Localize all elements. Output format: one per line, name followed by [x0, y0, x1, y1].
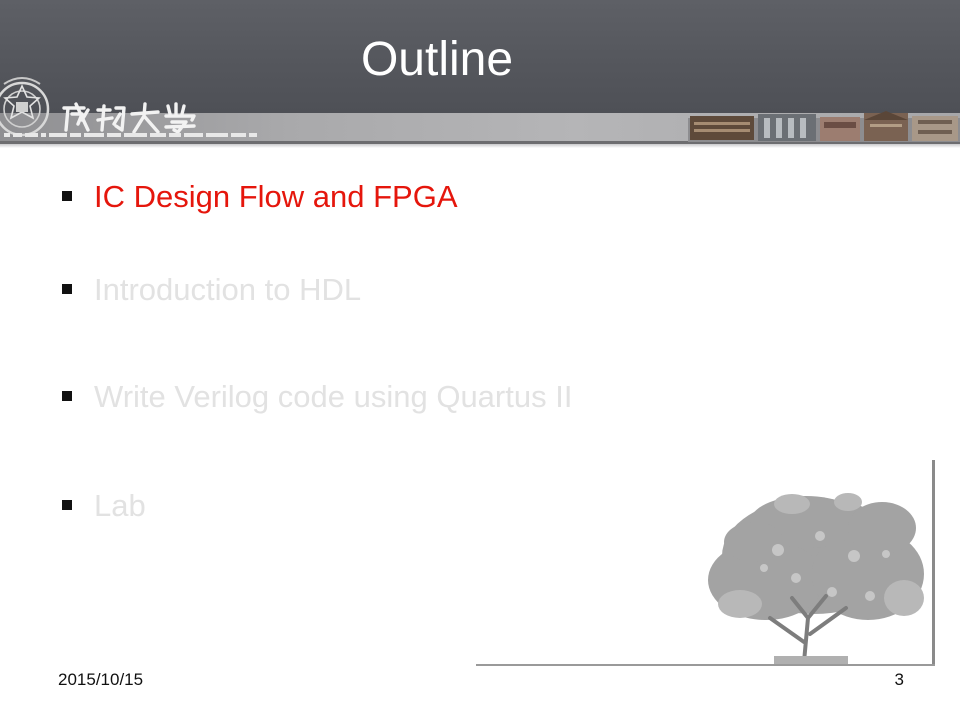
copyright-strip — [4, 133, 257, 137]
outline-item-label: IC Design Flow and FPGA — [94, 179, 458, 214]
campus-buildings-strip — [688, 111, 960, 142]
slide-date: 2015/10/15 — [58, 670, 144, 689]
outline-item-label: Introduction to HDL — [94, 272, 362, 307]
square-bullet-icon — [62, 191, 72, 201]
outline-item-label: Write Verilog code using Quartus II — [94, 379, 573, 414]
tree-illustration — [476, 460, 935, 666]
slide-title: Outline — [360, 33, 514, 86]
slide: Outline IC Design Flow and FPGA Introduc… — [0, 0, 960, 720]
square-bullet-icon — [62, 284, 72, 294]
outline-item-label: Lab — [94, 488, 146, 523]
slide-number: 3 — [894, 670, 904, 689]
square-bullet-icon — [62, 500, 72, 510]
header-band: Outline — [0, 0, 960, 148]
square-bullet-icon — [62, 391, 72, 401]
header-shadow — [0, 144, 960, 148]
